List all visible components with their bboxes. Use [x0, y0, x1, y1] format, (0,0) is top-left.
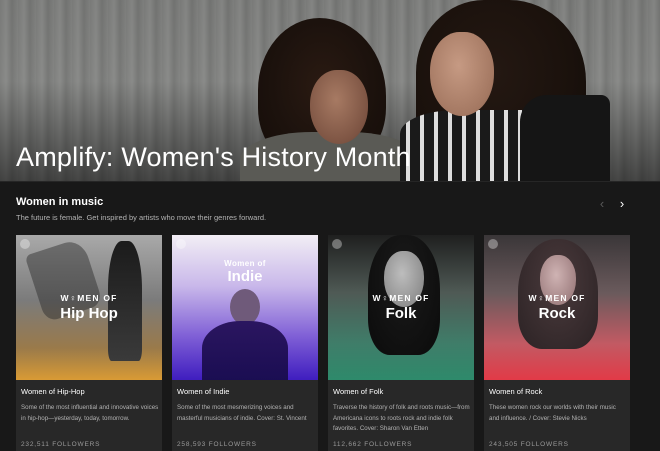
hero-photo-person-right-face — [430, 32, 494, 116]
playlist-description: Traverse the history of folk and roots m… — [333, 404, 470, 432]
playlist-followers: 258,593 FOLLOWERS — [177, 441, 257, 448]
cover-genre: Folk — [385, 305, 417, 322]
playlist-followers: 243,505 FOLLOWERS — [489, 441, 569, 448]
cover-prefix: Women of — [224, 259, 266, 268]
cover-genre: Rock — [538, 305, 576, 322]
playlist-card-rock[interactable]: W♀MEN OF Rock Women of Rock These women … — [484, 235, 630, 451]
chevron-right-icon: › — [619, 196, 625, 211]
spotify-logo-icon — [488, 239, 498, 249]
artist-silhouette — [202, 321, 288, 380]
chevron-left-icon: ‹ — [599, 196, 605, 211]
hero-photo-jacket — [520, 95, 610, 181]
carousel-prev-button[interactable]: ‹ — [596, 197, 608, 211]
cover-genre: Hip Hop — [60, 305, 118, 322]
women-in-music-section: Women in music The future is female. Get… — [0, 181, 660, 451]
hero-photo-person-left-face — [310, 70, 368, 144]
cover-prefix: W♀MEN OF — [372, 293, 430, 303]
cover-prefix: W♀MEN OF — [528, 293, 586, 303]
playlist-followers: 232,511 FOLLOWERS — [21, 441, 101, 448]
playlist-followers: 112,662 FOLLOWERS — [333, 441, 413, 448]
spotify-logo-icon — [20, 239, 30, 249]
spotify-logo-icon — [176, 239, 186, 249]
cover-genre: Indie — [227, 268, 263, 285]
section-subtitle: The future is female. Get inspired by ar… — [16, 213, 267, 222]
playlist-description: These women rock our worlds with their m… — [489, 404, 616, 422]
playlist-cover[interactable]: W♀MEN OF Hip Hop — [16, 235, 162, 380]
playlist-card-folk[interactable]: W♀MEN OF Folk Women of Folk Traverse the… — [328, 235, 474, 451]
artist-head — [230, 289, 260, 325]
carousel-next-button[interactable]: › — [616, 197, 628, 211]
section-title[interactable]: Women in music — [16, 196, 103, 208]
playlist-name[interactable]: Women of Rock — [489, 387, 542, 396]
playlist-card-hiphop[interactable]: W♀MEN OF Hip Hop Women of Hip-Hop Some o… — [16, 235, 162, 451]
playlist-name[interactable]: Women of Indie — [177, 387, 229, 396]
page-title: Amplify: Women's History Month — [16, 142, 411, 172]
playlist-name[interactable]: Women of Folk — [333, 387, 383, 396]
hero-banner: Amplify: Women's History Month — [0, 0, 660, 181]
playlist-name[interactable]: Women of Hip-Hop — [21, 387, 85, 396]
playlist-description: Some of the most influential and innovat… — [21, 404, 159, 422]
playlist-cover[interactable]: Women of Indie — [172, 235, 318, 380]
cover-prefix: W♀MEN OF — [60, 293, 118, 303]
playlist-cover[interactable]: W♀MEN OF Folk — [328, 235, 474, 380]
playlist-cover[interactable]: W♀MEN OF Rock — [484, 235, 630, 380]
playlist-description: Some of the most mesmerizing voices and … — [177, 404, 307, 422]
spotify-logo-icon — [332, 239, 342, 249]
playlist-card-indie[interactable]: Women of Indie Women of Indie Some of th… — [172, 235, 318, 451]
